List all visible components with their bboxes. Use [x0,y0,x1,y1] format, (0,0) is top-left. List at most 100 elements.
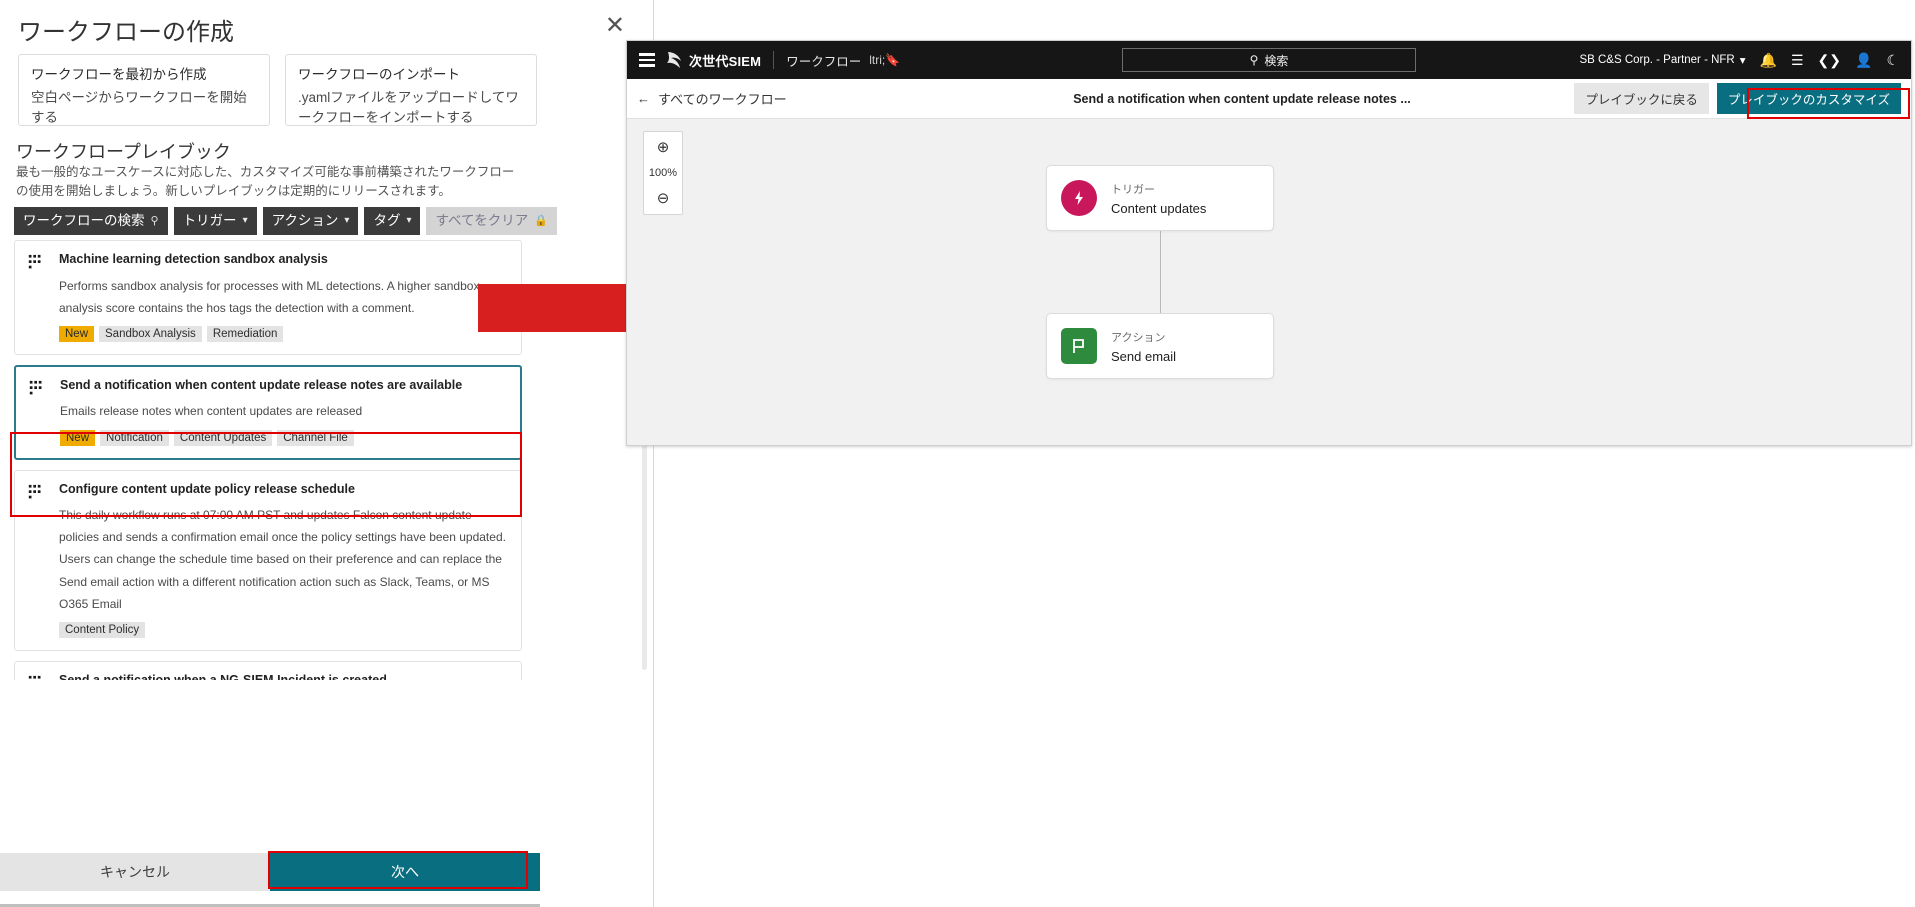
list-item[interactable]: Send a notification when a NG-SIEM Incid… [14,661,522,680]
playbook-name: Configure content update policy release … [59,481,355,496]
tag-chip: Sandbox Analysis [99,325,202,342]
brand-label: 次世代SIEM [689,53,762,69]
search-placeholder: 検索 [1264,53,1289,68]
app-topbar: 次世代SIEM ワークフロー ltri;🔖 ⚲ 検索 SB C&S Corp. … [627,41,1911,79]
import-workflow-title: ワークフローのインポート [298,67,460,82]
next-button[interactable]: 次へ [270,853,540,891]
modal-footer: キャンセル 次へ [0,853,540,891]
search-input[interactable]: ワークフローの検索 ⚲ [14,207,168,235]
page-title: ワークフローの作成 [18,19,234,46]
playbook-list[interactable]: Machine learning detection sandbox analy… [14,240,522,680]
tag-filter-label: タグ [373,213,401,228]
zoom-out-icon[interactable]: ⊖ [657,191,670,206]
search-label: ワークフローの検索 [23,213,145,228]
create-from-scratch-title: ワークフローを最初から作成 [31,67,207,82]
action-node-text: アクション Send email [1111,329,1176,364]
creation-choices: ワークフローを最初から作成 空白ページからワークフローを開始する ワークフローの… [18,54,538,126]
user-icon[interactable]: 👤 [1855,53,1872,67]
playbook-name: Send a notification when content update … [60,377,463,392]
import-workflow-card[interactable]: ワークフローのインポート .yamlファイルをアップロードしてワークフローをイン… [285,54,537,126]
zoom-level: 100% [648,167,678,179]
zoom-controls: ⊕ 100% ⊖ [643,131,683,215]
workflow-icon [28,254,41,269]
back-label: すべてのワークフロー [658,92,787,107]
tag-chip: Content Updates [173,429,273,446]
playbook-heading: ワークフロープレイブック [16,142,231,162]
customize-playbook-button[interactable]: プレイブックのカスタマイズ [1716,83,1901,114]
action-node-value: Send email [1111,348,1177,364]
tag-filter-dropdown[interactable]: タグ ▾ [364,207,421,235]
breadcrumb: ワークフロー [786,54,862,69]
list-item-selected[interactable]: Send a notification when content update … [14,364,522,460]
workflow-icon [28,484,41,498]
playbook-description: 最も一般的なユースケースに対応した、カスタマイズ可能な事前構築されたワークフロー… [16,165,515,199]
tag-chip: Content Policy [59,622,146,638]
playbook-name: Machine learning detection sandbox analy… [59,252,328,266]
action-filter-label: アクション [271,213,339,228]
search-input[interactable]: ⚲ 検索 [1122,48,1416,72]
search-icon: ⚲ [150,214,159,227]
status-badge: New [60,429,96,446]
playbook-tags: New Sandbox Analysis Remediation [59,325,507,342]
action-node-kind: アクション [1111,331,1166,344]
tag-chip: Remediation [206,325,284,342]
playbook-filter-bar: ワークフローの検索 ⚲ トリガー ▾ アクション ▾ タグ ▾ すべてをクリア … [14,207,557,235]
tag-chip: Channel File [277,429,354,446]
import-workflow-subtitle: .yamlファイルをアップロードしてワークフローをインポートする [298,89,519,125]
lock-icon: 🔒 [534,214,548,227]
flag-icon [1061,328,1097,364]
playbook-tags: New Notification Content Updates Channel… [60,429,506,446]
playbook-description-text: This daily workflow runs at 07:00 AM PST… [59,508,506,611]
status-badge: New [59,325,95,342]
close-icon[interactable]: ✕ [605,14,625,38]
trigger-filter-dropdown[interactable]: トリガー ▾ [173,207,257,235]
back-to-playbook-button[interactable]: プレイブックに戻る [1574,83,1709,114]
back-to-all-workflows[interactable]: ← すべてのワークフロー [637,89,787,108]
topbar-tools: SB C&S Corp. - Partner - NFR ▾ 🔔 ☰ ❮❯ 👤 … [1579,53,1899,67]
falcon-logo-icon [667,52,681,68]
tag-chip: Notification [100,429,169,446]
chevron-down-icon: ▾ [1739,55,1746,67]
trigger-node-value: Content updates [1111,200,1207,216]
trigger-node-kind: トリガー [1111,183,1155,196]
hamburger-icon[interactable] [639,53,655,67]
trigger-node-text: トリガー Content updates [1111,181,1206,216]
list-item[interactable]: Machine learning detection sandbox analy… [14,240,522,355]
action-node[interactable]: アクション Send email [1046,313,1274,379]
zoom-in-icon[interactable]: ⊕ [657,140,670,155]
account-menu[interactable]: SB C&S Corp. - Partner - NFR ▾ [1579,53,1745,67]
moon-icon[interactable]: ☾ [1886,53,1899,67]
trigger-filter-label: トリガー [182,213,237,228]
clear-all-button[interactable]: すべてをクリア 🔒 [426,207,557,235]
workflow-icon [29,380,42,395]
list-item[interactable]: Configure content update policy release … [14,469,522,651]
workflow-canvas[interactable]: ⊕ 100% ⊖ トリガー Content updates アクション Send… [627,119,1911,445]
chevron-down-icon: ▾ [344,215,350,227]
cancel-button[interactable]: キャンセル [0,853,270,891]
falcon-app-window: 次世代SIEM ワークフロー ltri;🔖 ⚲ 検索 SB C&S Corp. … [626,40,1912,446]
create-workflow-modal: ワークフローの作成 ✕ ワークフローを最初から作成 空白ページからワークフローを… [0,0,654,907]
bell-icon[interactable]: 🔔 [1760,53,1777,67]
divider [773,51,775,69]
create-from-scratch-subtitle: 空白ページからワークフローを開始する [31,89,247,125]
chevron-down-icon: ▾ [406,215,412,227]
chevron-down-icon: ▾ [242,215,248,227]
action-filter-dropdown[interactable]: アクション ▾ [262,207,359,235]
bookmark-icon[interactable]: ltri;🔖 [869,53,900,67]
playbook-description-text: Emails release notes when content update… [60,404,363,419]
account-label: SB C&S Corp. - Partner - NFR [1579,54,1735,66]
subbar-actions: プレイブックに戻る プレイブックのカスタマイズ [1574,83,1901,114]
lightning-bolt-icon [1061,180,1097,216]
arrow-left-icon: ← [637,91,650,106]
playbook-description-text: Performs sandbox analysis for processes … [59,278,480,315]
list-icon[interactable]: ☰ [1791,53,1804,67]
screenshot-root: ワークフローの作成 ✕ ワークフローを最初から作成 空白ページからワークフローを… [0,0,1915,907]
playbook-name: Send a notification when a NG-SIEM Incid… [59,673,387,680]
code-icon[interactable]: ❮❯ [1818,53,1841,67]
workflow-title: Send a notification when content update … [1073,91,1411,106]
clear-all-label: すべてをクリア [435,213,529,228]
playbook-tags: Content Policy [59,622,507,638]
trigger-node[interactable]: トリガー Content updates [1046,165,1274,231]
search-icon: ⚲ [1249,53,1259,67]
create-from-scratch-card[interactable]: ワークフローを最初から作成 空白ページからワークフローを開始する [18,54,270,126]
